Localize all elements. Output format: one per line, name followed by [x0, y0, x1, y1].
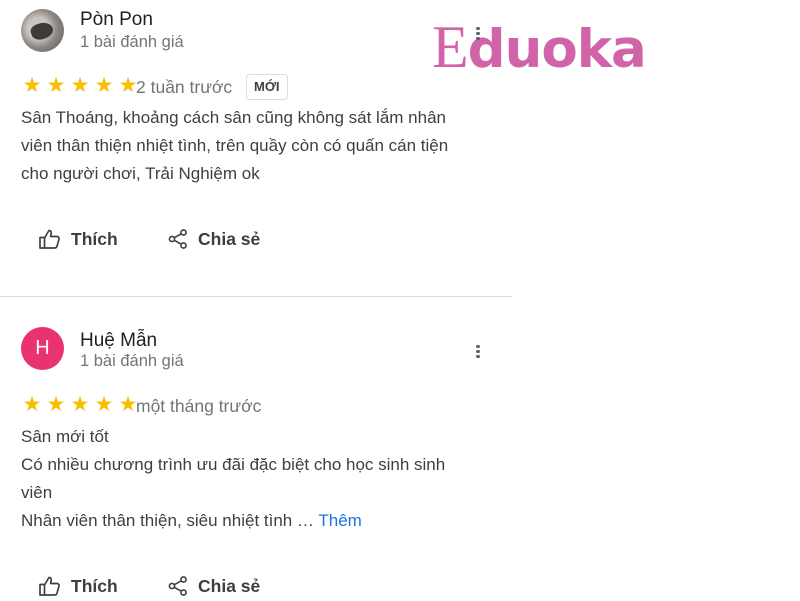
more-options-icon[interactable] — [475, 343, 481, 361]
review-text-truncated: Nhân viên thân thiện, siêu nhiệt tình … — [21, 511, 319, 530]
like-button[interactable]: Thích — [38, 224, 118, 254]
review-text-line: Nhân viên thân thiện, siêu nhiệt tình … … — [21, 507, 501, 535]
share-button[interactable]: Chia sẻ — [167, 571, 260, 601]
star-icon: ★ — [94, 74, 114, 97]
review-card: Pòn Pon 1 bài đánh giá ★ ★ ★ ★ ★ 2 tuần … — [0, 0, 512, 296]
reviewer-name[interactable]: Pòn Pon — [80, 9, 153, 31]
like-label: Thích — [71, 228, 118, 249]
thumbs-up-icon — [39, 576, 60, 596]
review-text-line: viên thân thiện nhiệt tình, trên quầy cò… — [21, 136, 449, 155]
share-button[interactable]: Chia sẻ — [167, 224, 260, 254]
star-icon: ★ — [70, 74, 90, 97]
avatar[interactable] — [21, 9, 64, 52]
share-label: Chia sẻ — [198, 575, 261, 596]
review-text: Sân mới tốt Có nhiều chương trình ưu đãi… — [21, 423, 501, 535]
thumbs-up-icon — [39, 229, 60, 249]
review-count: 1 bài đánh giá — [80, 33, 184, 51]
star-icon: ★ — [46, 393, 66, 416]
like-label: Thích — [71, 575, 118, 596]
review-text-line: cho người chơi, Trải Nghiệm ok — [21, 164, 260, 183]
star-icon: ★ — [70, 393, 90, 416]
star-icon: ★ — [22, 74, 42, 97]
review-card: H Huệ Mẫn 1 bài đánh giá ★ ★ ★ ★ ★ một t… — [0, 297, 512, 600]
review-text-line: Sân Thoáng, khoảng cách sân cũng không s… — [21, 108, 446, 127]
review-text-line: Có nhiều chương trình ưu đãi đặc biệt ch… — [21, 455, 446, 474]
star-icon: ★ — [22, 393, 42, 416]
share-label: Chia sẻ — [198, 228, 261, 249]
more-link[interactable]: Thêm — [318, 511, 361, 530]
new-badge: MỚI — [246, 74, 288, 100]
share-icon — [168, 229, 187, 249]
review-text: Sân Thoáng, khoảng cách sân cũng không s… — [21, 104, 501, 188]
star-rating: ★ ★ ★ ★ ★ — [21, 394, 139, 416]
star-icon: ★ — [46, 74, 66, 97]
star-rating: ★ ★ ★ ★ ★ — [21, 75, 139, 97]
like-button[interactable]: Thích — [38, 571, 118, 601]
review-text-line: Sân mới tốt — [21, 427, 109, 446]
more-options-icon[interactable] — [475, 25, 481, 43]
review-time: 2 tuần trước — [136, 77, 233, 97]
review-count: 1 bài đánh giá — [80, 352, 184, 370]
reviewer-name[interactable]: Huệ Mẫn — [80, 330, 157, 352]
avatar[interactable]: H — [21, 327, 64, 370]
review-text-line: viên — [21, 483, 53, 502]
share-icon — [168, 576, 187, 596]
star-icon: ★ — [94, 393, 114, 416]
review-time: một tháng trước — [136, 396, 262, 416]
